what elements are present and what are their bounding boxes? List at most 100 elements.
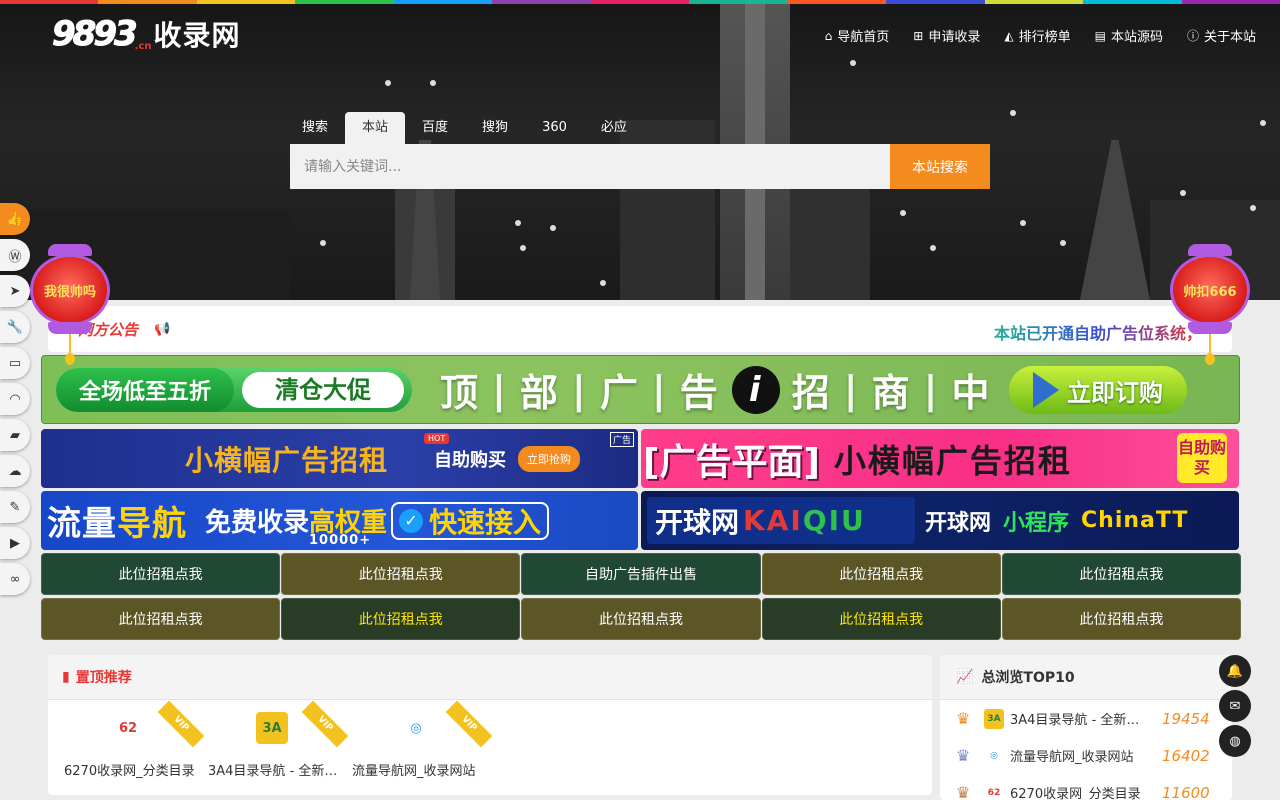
envelope-icon[interactable]: ✉	[1219, 690, 1251, 722]
area-chart-icon: ◭	[1004, 28, 1014, 43]
search-tab-3[interactable]: 搜狗	[465, 112, 525, 144]
lantern-left-text: 我很帅吗	[30, 254, 110, 326]
pinned-item[interactable]: 62 VIP 6270收录网_分类目录	[62, 700, 206, 792]
top10-header: 📈 总浏览TOP10	[940, 655, 1232, 700]
ad-top-right-pill: 清仓大促	[242, 371, 404, 408]
nav-label: 关于本站	[1203, 30, 1256, 45]
strip-segment	[196, 0, 296, 4]
ad-slot-0[interactable]: 此位招租点我	[41, 553, 281, 595]
divider: |	[843, 367, 860, 412]
video-camera-icon[interactable]: ▶	[0, 527, 30, 559]
top10-count: 19454	[1162, 709, 1210, 728]
strip-segment	[492, 0, 591, 4]
pinned-item[interactable]: ◎ VIP 流量导航网_收录网站	[350, 700, 494, 792]
paint-brush-icon[interactable]: ✎	[0, 491, 30, 523]
ad-banner-small-1[interactable]: 小横幅广告招租 HOT 自助购买 立即抢购 广告	[41, 429, 638, 488]
search-box: 本站搜索	[290, 144, 990, 189]
strip-segment	[1181, 0, 1280, 4]
pinned-item[interactable]: 3A VIP 3A4目录导航 - 全新目录	[206, 700, 350, 792]
pinned-panel: ▮ 置顶推荐 62 VIP 6270收录网_分类目录 3A VIP 3A4目录导航 - 全…	[48, 655, 932, 795]
ad-slot-6[interactable]: 此位招租点我	[281, 598, 521, 640]
ad-banner-small-3[interactable]: 流量导航 免费收录高权重 ✓ 快速接入 10000+	[41, 491, 638, 550]
wechat-icon[interactable]: ◍	[1219, 725, 1251, 757]
ad-r1-box: 自助购买	[1177, 433, 1227, 483]
wordpress-icon[interactable]: Ⓦ	[0, 239, 30, 271]
search-tab-1[interactable]: 本站	[345, 112, 406, 144]
ad-slot-2[interactable]: 自助广告插件出售	[521, 553, 761, 595]
nav-item-4[interactable]: ⓘ 关于本站	[1187, 26, 1256, 45]
ad-banner-top[interactable]: 全场低至五折 清仓大促 顶 | 部 | 广 | 告 i 招 | 商 | 中 立即订购	[41, 355, 1240, 424]
ad-l1-button[interactable]: 立即抢购	[518, 445, 581, 472]
search-button[interactable]: 本站搜索	[890, 144, 990, 189]
nav-item-3[interactable]: ▤ 本站源码	[1094, 26, 1163, 46]
book-icon[interactable]: ▰	[0, 419, 30, 451]
ad-l2-count: 10000+	[309, 533, 372, 548]
ad-l1-title: 小横幅广告招租	[185, 443, 389, 477]
ad-l1-sub: 自助购买	[434, 449, 507, 471]
nav-item-2[interactable]: ◭ 排行榜单	[1004, 26, 1070, 46]
ad-r1-title2: 小横幅广告招租	[833, 441, 1072, 480]
link-icon[interactable]: ∞	[0, 563, 30, 595]
ad-slot-8[interactable]: 此位招租点我	[761, 598, 1001, 640]
ad-banner-small-2[interactable]: [广告平面] 小横幅广告招租 自助购买	[641, 429, 1239, 488]
divider: |	[571, 367, 588, 412]
ad-top-headline: 顶 | 部 | 广 | 告 i 招 | 商 | 中	[440, 362, 992, 417]
wrench-icon[interactable]: 🔧	[0, 311, 30, 343]
paper-plane-icon[interactable]: ➤	[0, 275, 30, 307]
ad-r2-b: 小程序	[1003, 510, 1070, 536]
search-tabs: 搜索 本站 百度 搜狗 360 必应	[290, 112, 990, 144]
thumbs-up-icon[interactable]: 👍	[0, 203, 30, 235]
search-tab-4[interactable]: 360	[525, 112, 584, 144]
ad-slot-1[interactable]: 此位招租点我	[281, 553, 521, 595]
ad-banner-small-4[interactable]: 开球网 KAI QIU 开球网 小程序 ChinaTT	[641, 491, 1239, 550]
ad-r2-logo: 开球网 KAI QIU	[647, 497, 915, 544]
ad-slot-9[interactable]: 此位招租点我	[1001, 598, 1241, 640]
top10-row[interactable]: ♛ 62 6270收录网_分类目录 11600	[940, 774, 1232, 800]
headline-char: 中	[951, 371, 992, 415]
search-tab-2[interactable]: 百度	[405, 112, 465, 144]
search-input[interactable]	[290, 144, 890, 189]
pinned-title: 置顶推荐	[75, 670, 132, 686]
hdd-icon[interactable]: ▭	[0, 347, 30, 379]
strip-segment	[393, 0, 493, 4]
ad-slot-5[interactable]: 此位招租点我	[41, 598, 281, 640]
ad-slot-3[interactable]: 此位招租点我	[761, 553, 1001, 595]
ad-slot-4[interactable]: 此位招租点我	[1001, 553, 1241, 595]
pinned-item-name: 3A4目录导航 - 全新目录	[208, 764, 346, 779]
top10-row[interactable]: ♛ 3A 3A4目录导航 - 全新目录 19454	[940, 700, 1232, 737]
nav-label: 申请收录	[928, 30, 981, 45]
logo-text: 收录网	[153, 19, 241, 52]
strip-segment	[886, 0, 985, 4]
lantern-left: 我很帅吗	[30, 244, 110, 365]
site-favicon: 62	[984, 782, 1004, 800]
vip-badge: VIP	[301, 700, 349, 748]
nav-item-1[interactable]: ⊞ 申请收录	[913, 26, 981, 46]
book-icon: ▤	[1094, 28, 1106, 43]
site-logo[interactable]: 9893 .cn 收录网	[52, 14, 241, 55]
strip-segment	[689, 0, 788, 4]
top10-count: 16402	[1162, 746, 1210, 765]
ad-l2-box: ✓ 快速接入	[391, 501, 550, 540]
bell-icon[interactable]: 🔔	[1219, 655, 1251, 687]
strip-segment	[1083, 0, 1182, 4]
vip-badge: VIP	[157, 700, 205, 748]
top10-list: ♛ 3A 3A4目录导航 - 全新目录 19454 ♛ ◎ 流量导航网_收录网站 16402 ♛…	[940, 700, 1232, 800]
top10-count: 11600	[1162, 783, 1210, 800]
logo-number: 9893	[52, 14, 139, 55]
ad-top-buy-button[interactable]: 立即订购	[1009, 366, 1187, 414]
ad-top-buy-label: 立即订购	[1067, 378, 1163, 407]
search-tab-5[interactable]: 必应	[584, 112, 644, 144]
top-nav: ⌂ 导航首页 ⊞ 申请收录 ◭ 排行榜单 ▤ 本站源码 ⓘ 关于本站	[825, 26, 1256, 46]
check-icon: ✓	[399, 508, 424, 533]
top10-name: 6270收录网_分类目录	[1010, 787, 1141, 800]
cloud-icon[interactable]: ☁	[0, 455, 30, 487]
nav-item-0[interactable]: ⌂ 导航首页	[825, 26, 890, 46]
divider: |	[923, 367, 940, 412]
ad-slot-7[interactable]: 此位招租点我	[521, 598, 761, 640]
site-favicon: ◎	[984, 745, 1004, 766]
headphones-icon[interactable]: ◠	[0, 383, 30, 415]
search-tab-0[interactable]: 搜索	[290, 112, 345, 144]
top10-row[interactable]: ♛ ◎ 流量导航网_收录网站 16402	[940, 737, 1232, 774]
divider: |	[651, 367, 668, 412]
plus-square-icon: ⊞	[913, 28, 924, 43]
